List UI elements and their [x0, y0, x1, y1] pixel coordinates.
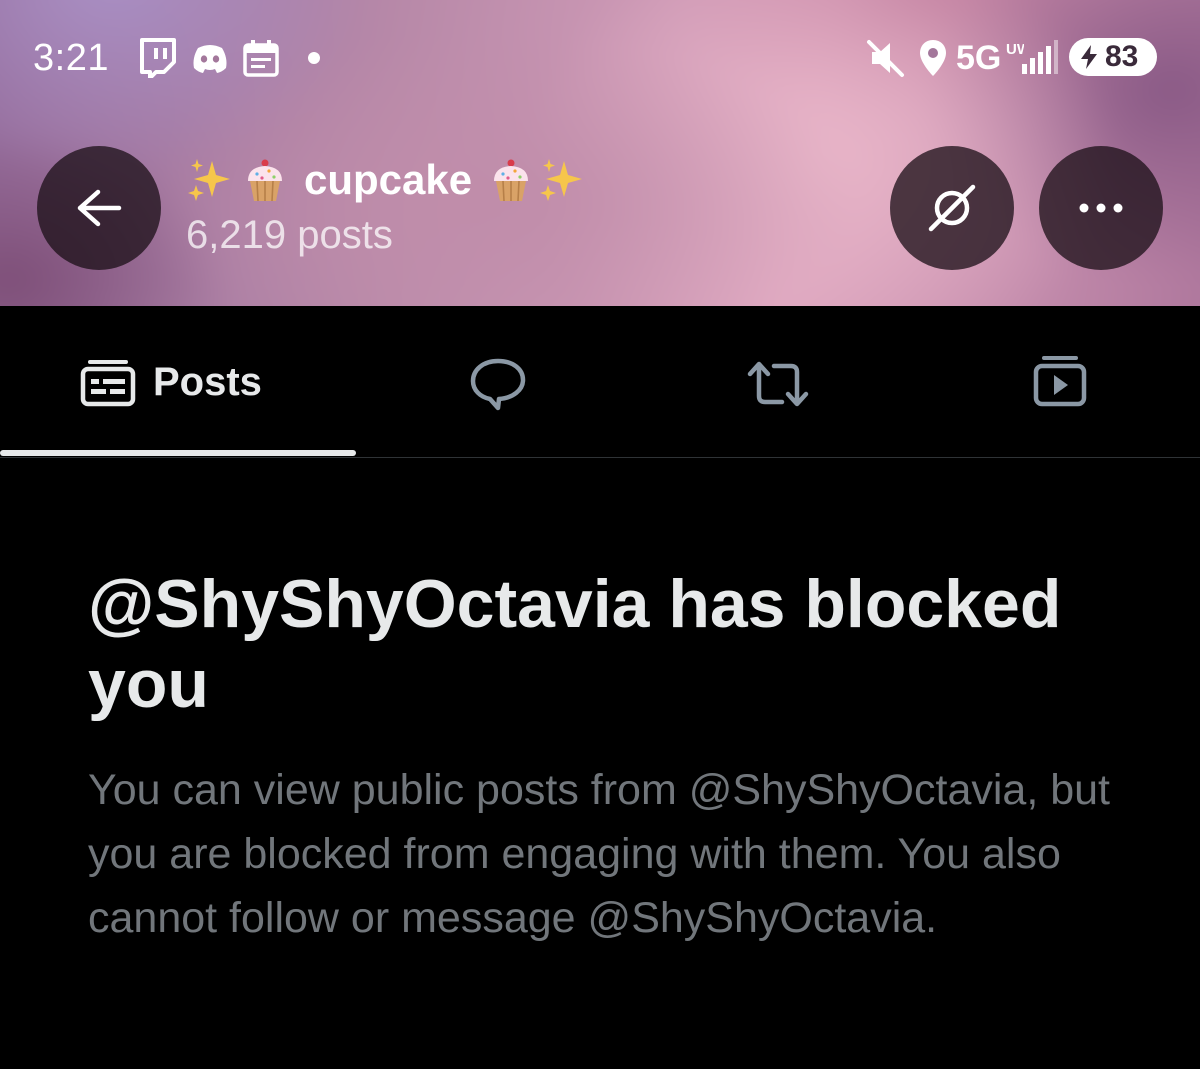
- location-icon: [918, 38, 948, 78]
- calendar-icon: [242, 38, 280, 78]
- discord-icon: [190, 38, 230, 78]
- notification-dot: [308, 52, 320, 64]
- sparkles-emoji: [538, 157, 584, 203]
- signal-icon: [1020, 40, 1060, 80]
- cupcake-emoji: [242, 157, 288, 203]
- reposts-icon: [747, 361, 809, 407]
- media-icon: [1033, 356, 1087, 407]
- profile-tab-bar: Posts: [0, 306, 1200, 458]
- cupcake-emoji: [488, 157, 534, 203]
- profile-display-name: cupcake: [186, 151, 584, 209]
- status-bar: 3:21 5G UW 83: [0, 0, 1200, 116]
- more-options-button[interactable]: [1039, 146, 1163, 270]
- back-button[interactable]: [37, 146, 161, 270]
- twitch-icon: [138, 38, 176, 78]
- grok-button[interactable]: [890, 146, 1014, 270]
- grok-icon: [928, 184, 976, 232]
- charging-bolt-icon: [1081, 45, 1097, 69]
- sparkles-emoji: [186, 157, 232, 203]
- profile-post-count: 6,219 posts: [186, 213, 393, 257]
- posts-icon: [80, 360, 136, 407]
- battery-level: 83: [1105, 40, 1139, 73]
- tab-posts[interactable]: Posts: [0, 306, 356, 458]
- profile-header: 3:21 5G UW 83 cupcake 6,219 posts: [0, 0, 1200, 306]
- tab-replies[interactable]: [356, 306, 638, 458]
- status-time: 3:21: [33, 37, 109, 79]
- blocked-title: @ShyShyOctavia has blocked you: [88, 566, 1062, 722]
- profile-name-text: cupcake: [304, 156, 473, 203]
- tab-selected-indicator: [0, 450, 356, 456]
- tab-reposts[interactable]: [638, 306, 920, 458]
- replies-icon: [470, 358, 526, 411]
- battery-indicator: 83: [1069, 38, 1157, 76]
- tab-media[interactable]: [920, 306, 1200, 458]
- network-type: 5G: [956, 39, 1002, 77]
- arrow-left-icon: [77, 189, 122, 227]
- tab-divider: [0, 457, 1200, 458]
- blocked-description: You can view public posts from @ShyShyOc…: [88, 766, 1111, 942]
- more-horizontal-icon: [1079, 203, 1123, 213]
- mute-icon: [866, 38, 906, 78]
- tab-posts-label: Posts: [153, 360, 262, 404]
